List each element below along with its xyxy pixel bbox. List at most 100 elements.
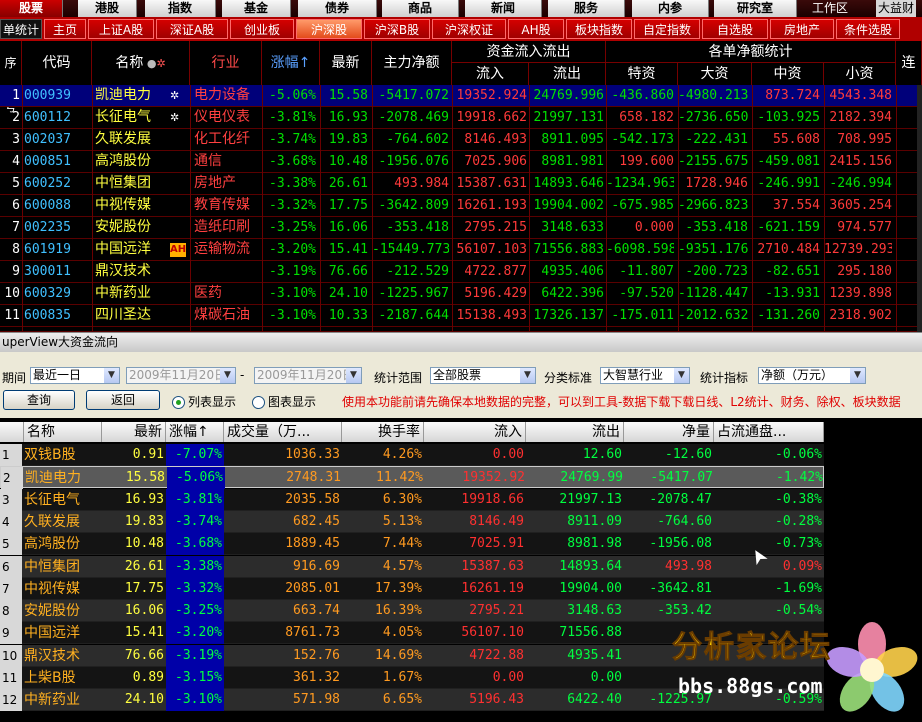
top-menu-bar: 股票 港股 指数 基金 债券 商品 新闻 服务 内参 研究室 工作区 大益财 — [0, 0, 922, 17]
grid-row[interactable]: 2 凯迪电力 15.58 -5.06% 2748.31 11.42% 19352.92 247… — [0, 466, 824, 490]
col-header-name[interactable]: 名称 ●✲ — [92, 41, 190, 85]
col-header-inflow[interactable]: 流入 — [452, 63, 529, 85]
grid-cell-name: 双钱B股 — [24, 447, 76, 463]
cell-code: 600112 — [24, 110, 71, 125]
scope-select[interactable]: 全部股票 ▼ — [430, 367, 536, 384]
workspace-label[interactable]: 工作区 — [812, 0, 848, 17]
top-menu-item[interactable]: 港股 — [78, 0, 137, 17]
top-menu-item[interactable]: 研究室 — [714, 0, 797, 17]
top-menu-item[interactable]: 债券 — [298, 0, 377, 17]
query-button[interactable]: 查询 — [3, 390, 75, 410]
class-select[interactable]: 大智慧行业 ▼ — [600, 367, 690, 384]
tab-5[interactable]: 沪深股 — [296, 19, 362, 39]
col-header-seq[interactable]: 序号 — [0, 41, 22, 114]
tab-4[interactable]: 创业板 — [230, 19, 294, 39]
grid-header-3[interactable]: 成交量（万... — [224, 422, 342, 442]
tab-12[interactable]: 房地产 — [770, 19, 834, 39]
top-menu-item[interactable]: 股票 — [0, 0, 63, 17]
date-from-picker[interactable]: 2009年11月20日 ▼ — [126, 367, 236, 384]
date-to-picker[interactable]: 2009年11月20日 ▼ — [254, 367, 362, 384]
grid-row[interactable]: 5 高鸿股份 10.48 -3.68% 1889.45 7.44% 7025.91 8981.… — [0, 533, 824, 556]
cell-industry: 煤碳石油 — [194, 307, 250, 323]
upper-scrollbar[interactable] — [917, 85, 922, 332]
tab-11[interactable]: 自选股 — [702, 19, 768, 39]
top-menu-item[interactable]: 新闻 — [465, 0, 542, 17]
grid-cell-vol: 916.69 — [293, 558, 340, 574]
grid-header-8[interactable]: 占流通盘... — [714, 422, 824, 442]
back-button[interactable]: 返回 — [86, 390, 160, 410]
grid-header-4[interactable]: 换手率 — [342, 422, 424, 442]
table-row[interactable]: 9 300011 鼎汉技术 -3.19% 76.66 -212.529 4722.877 49… — [0, 261, 920, 283]
grid-header-7[interactable]: 净量 — [624, 422, 714, 442]
table-row[interactable]: 4 000851 高鸿股份 通信 -3.68% 10.48 -1956.076 7025.90… — [0, 151, 920, 173]
col-header-special[interactable]: 特资 — [606, 63, 678, 85]
gear-icon — [170, 261, 190, 282]
tab-13[interactable]: 条件选股 — [836, 19, 900, 39]
radio-chart-display[interactable]: 图表显示 — [252, 393, 316, 410]
grid-row[interactable]: 6 中恒集团 26.61 -3.38% 916.69 4.57% 15387.63 14893… — [0, 555, 824, 578]
grid-row[interactable]: 3 长征电气 16.93 -3.81% 2035.58 6.30% 19918.66 2199… — [0, 488, 824, 511]
table-row[interactable]: 8 601919 中国远洋 AH 运输物流 -3.20% 15.41 -15449.773 56… — [0, 239, 920, 261]
top-menu-item[interactable]: 内参 — [632, 0, 709, 17]
radio-list-display[interactable]: 列表显示 — [172, 393, 236, 410]
col-header-code[interactable]: 代码 — [22, 41, 92, 85]
col-header-latest[interactable]: 最新 — [320, 41, 372, 85]
cell-in: 2795.215 — [464, 220, 527, 235]
table-row[interactable]: 1 000939 凯迪电力 ✲ 电力设备 -5.06% 15.58 -5417.072 1935… — [0, 85, 920, 107]
tab-0[interactable]: 单统计 — [0, 19, 42, 39]
col-header-extra[interactable]: 连续 — [896, 41, 922, 85]
top-menu-item[interactable]: 服务 — [548, 0, 625, 17]
table-row[interactable]: 7 002235 安妮股份 造纸印刷 -3.25% 16.06 -353.418 2795.2… — [0, 217, 920, 239]
metric-select[interactable]: 净额（万元） ▼ — [758, 367, 866, 384]
account-label[interactable]: 大益财 — [876, 0, 917, 17]
grid-header-6[interactable]: 流出 — [526, 422, 624, 442]
cell-seq: 1 — [12, 88, 20, 103]
grid-cell-out: 24769.99 — [560, 470, 623, 486]
table-row[interactable]: 11 600835 四川圣达 煤碳石油 -3.10% 10.33 -2187.644 1513… — [0, 305, 920, 327]
grid-header-0[interactable]: 名称 — [24, 422, 102, 442]
col-header-outflow[interactable]: 流出 — [529, 63, 606, 85]
grid-cell-out: 8981.98 — [567, 536, 622, 552]
tab-2[interactable]: 上证A股 — [88, 19, 154, 39]
tab-6[interactable]: 沪深B股 — [364, 19, 430, 39]
table-row[interactable]: 10 600329 中新药业 医药 -3.10% 24.10 -1225.967 5196.4… — [0, 283, 920, 305]
grid-cell-name: 安妮股份 — [24, 603, 80, 620]
tab-10[interactable]: 自定指数 — [634, 19, 700, 39]
col-header-small[interactable]: 小资 — [824, 63, 896, 85]
col-header-main-net[interactable]: 主力净额 — [372, 41, 452, 85]
top-menu-item[interactable]: 基金 — [222, 0, 291, 17]
grid-header-1[interactable]: 最新 — [102, 422, 166, 442]
tab-1[interactable]: 主页 — [44, 19, 86, 39]
grid-row[interactable]: 7 中视传媒 17.75 -3.32% 2085.01 17.39% 16261.19 199… — [0, 577, 824, 600]
cell-special: -175.011 — [611, 308, 674, 323]
period-select[interactable]: 最近一日 ▼ — [30, 367, 120, 384]
tab-3[interactable]: 深证A股 — [156, 19, 228, 39]
col-header-industry[interactable]: 行业 — [190, 41, 262, 85]
cell-main: -1225.967 — [378, 286, 449, 301]
cell-seq: 9 — [12, 264, 20, 279]
grid-row[interactable]: 4 久联发展 19.83 -3.74% 682.45 5.13% 8146.49 8911.0… — [0, 510, 824, 533]
panel-title-bar: uperView大资金流向 — [0, 332, 922, 353]
col-header-medium[interactable]: 中资 — [752, 63, 824, 85]
grid-row[interactable]: 1 双钱B股 0.91 -7.07% 1036.33 4.26% 0.00 12.60 -12.… — [0, 444, 824, 466]
tab-9[interactable]: 板块指数 — [566, 19, 632, 39]
cell-name: 中新药业 — [95, 285, 151, 301]
table-row[interactable]: 2 600112 长征电气 ✲ 仪电仪表 -3.81% 16.93 -2078.469 1991… — [0, 107, 920, 129]
table-row[interactable]: 3 002037 久联发展 化工化纤 -3.74% 19.83 -764.602 8146.4… — [0, 129, 920, 151]
tab-7[interactable]: 沪深权证 — [432, 19, 506, 39]
cell-seq: 3 — [12, 132, 20, 147]
grid-header-2[interactable]: 涨幅↑ — [166, 422, 224, 442]
grid-header-5[interactable]: 流入 — [424, 422, 526, 442]
top-menu-item[interactable]: 商品 — [382, 0, 459, 17]
cell-latest: 15.58 — [328, 88, 368, 103]
cell-change: -3.10% — [269, 286, 316, 301]
col-header-change[interactable]: 涨幅↑ — [262, 41, 320, 85]
col-header-large[interactable]: 大资 — [678, 63, 752, 85]
tab-8[interactable]: AH股 — [508, 19, 564, 39]
cell-seq: 4 — [12, 154, 20, 169]
top-menu-item[interactable]: 指数 — [145, 0, 216, 17]
cell-medium: 55.608 — [773, 132, 820, 147]
table-row[interactable]: 5 600252 中恒集团 房地产 -3.38% 26.61 493.984 15387.63… — [0, 173, 920, 195]
table-row[interactable]: 6 600088 中视传媒 教育传媒 -3.32% 17.75 -3642.809 16261… — [0, 195, 920, 217]
cell-in: 19352.924 — [456, 88, 527, 103]
